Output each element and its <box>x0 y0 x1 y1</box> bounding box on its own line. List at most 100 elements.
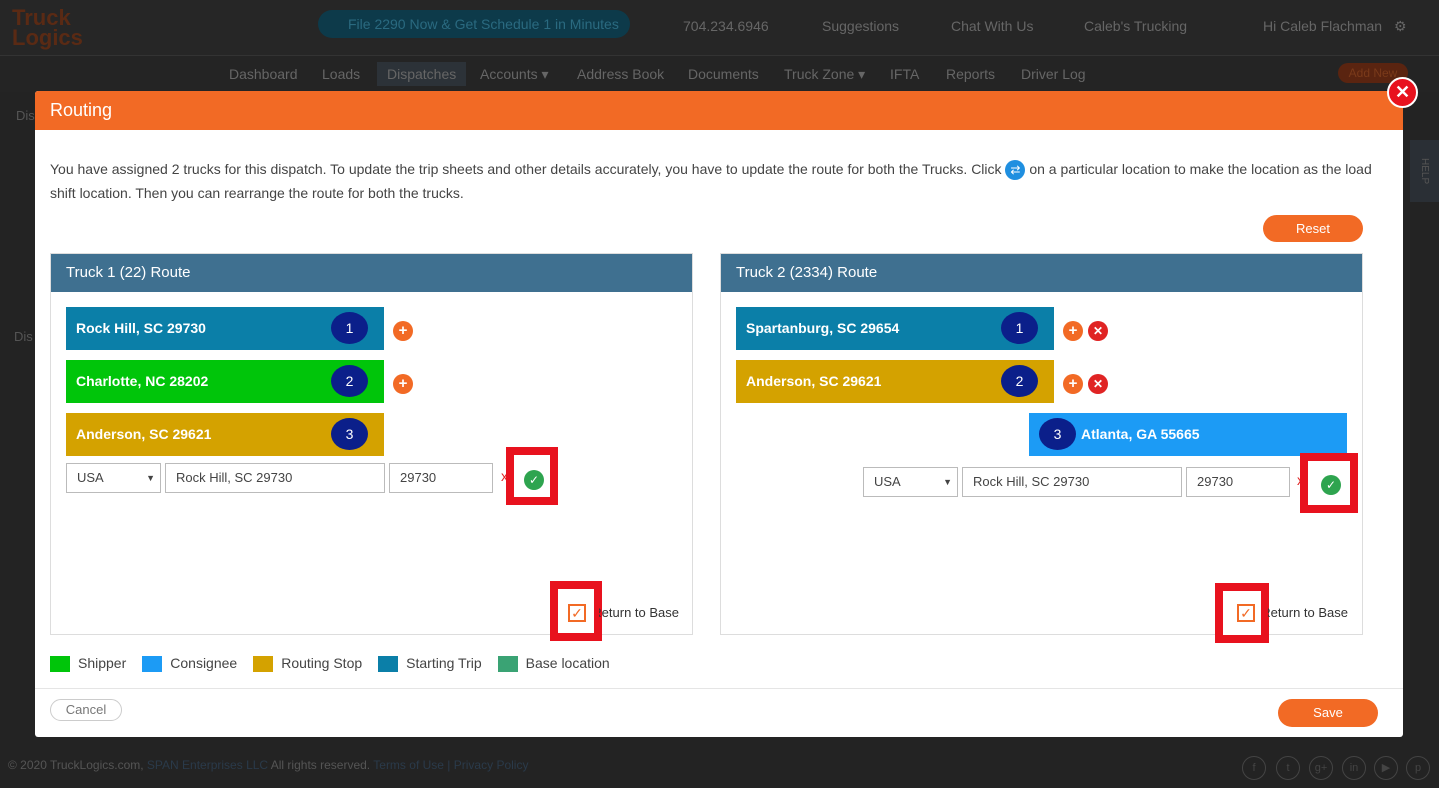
truck2-panel: Truck 2 (2334) Route Spartanburg, SC 296… <box>720 253 1363 643</box>
company-link[interactable]: SPAN Enterprises LLC <box>147 758 268 772</box>
chat-link[interactable]: Chat With Us <box>951 18 1033 34</box>
rights-text: All rights reserved. <box>270 758 371 772</box>
panel-title: Truck 1 (22) Route <box>51 254 692 292</box>
stop-label: Anderson, SC 29621 <box>746 373 882 389</box>
legend-routing-stop: Routing Stop <box>253 655 363 673</box>
confirm-check-icon[interactable]: ✓ <box>524 470 544 490</box>
separator: | <box>447 758 451 772</box>
panel-title: Truck 2 (2334) Route <box>721 254 1362 292</box>
delete-stop-icon[interactable]: ✕ <box>1088 321 1108 341</box>
return-to-base-label: Return to Base <box>1268 605 1348 620</box>
facebook-icon[interactable]: f <box>1242 756 1266 780</box>
stop-number: 1 <box>331 312 368 344</box>
legend-label: Consignee <box>170 655 238 671</box>
gear-icon[interactable]: ⚙ <box>1394 18 1407 35</box>
route-stop[interactable]: Rock Hill, SC 29730 1 <box>66 307 384 350</box>
legend-label: Routing Stop <box>281 655 363 671</box>
legend-consignee: Consignee <box>142 655 238 673</box>
country-select[interactable]: USA ▼ <box>66 463 161 493</box>
modal-title: Routing <box>35 91 1403 130</box>
footer: © 2020 TruckLogics.com, SPAN Enterprises… <box>8 758 528 772</box>
legend-base-location: Base location <box>497 655 610 673</box>
close-icon[interactable]: ✕ <box>1387 77 1418 108</box>
privacy-link[interactable]: Privacy Policy <box>454 758 529 772</box>
legend-starting-trip: Starting Trip <box>378 655 482 673</box>
stop-label: Rock Hill, SC 29730 <box>76 320 206 336</box>
promo-banner[interactable]: File 2290 Now & Get Schedule 1 in Minute… <box>318 10 630 38</box>
logo[interactable]: Truck Logics <box>12 7 83 49</box>
route-stop[interactable]: 3 Atlanta, GA 55665 <box>1029 413 1347 456</box>
main-nav: Dashboard Loads Dispatches Accounts ▾ Ad… <box>0 56 1439 92</box>
stop-number: 2 <box>1001 365 1038 397</box>
stop-label: Anderson, SC 29621 <box>76 426 212 442</box>
dropdown-arrow-icon: ▼ <box>146 473 155 483</box>
nav-truck-zone[interactable]: Truck Zone ▾ <box>784 66 865 83</box>
cancel-button[interactable]: Cancel <box>50 699 122 721</box>
sidebar-heading: Dis <box>14 329 33 344</box>
route-stop[interactable]: Anderson, SC 29621 3 <box>66 413 384 456</box>
route-stop[interactable]: Charlotte, NC 28202 2 <box>66 360 384 403</box>
top-bar: Truck Logics File 2290 Now & Get Schedule… <box>0 0 1439 56</box>
country-select[interactable]: USA ▼ <box>863 467 958 497</box>
zip-input[interactable]: 29730 <box>389 463 493 493</box>
routing-modal: Routing You have assigned 2 trucks for t… <box>35 91 1403 737</box>
stop-number: 3 <box>331 418 368 450</box>
nav-loads[interactable]: Loads <box>322 66 360 82</box>
nav-dashboard[interactable]: Dashboard <box>229 66 298 82</box>
help-tab[interactable]: HELP <box>1410 140 1439 202</box>
return-to-base-checkbox[interactable]: ✓ <box>1237 604 1255 622</box>
nav-documents[interactable]: Documents <box>688 66 759 82</box>
company-link[interactable]: Caleb's Trucking <box>1084 18 1187 34</box>
return-to-base-label: Return to Base <box>599 605 679 620</box>
modal-footer: Cancel Save <box>35 688 1403 737</box>
save-button[interactable]: Save <box>1278 699 1378 727</box>
nav-ifta[interactable]: IFTA <box>890 66 919 82</box>
stop-label: Atlanta, GA 55665 <box>1081 426 1200 442</box>
stop-label: Spartanburg, SC 29654 <box>746 320 900 336</box>
country-value: USA <box>874 474 901 489</box>
copyright: © 2020 TruckLogics.com, <box>8 758 144 772</box>
address-input[interactable]: Rock Hill, SC 29730 <box>165 463 385 493</box>
terms-link[interactable]: Terms of Use <box>373 758 444 772</box>
intro-text: You have assigned 2 trucks for this disp… <box>50 157 1390 205</box>
address-input[interactable]: Rock Hill, SC 29730 <box>962 467 1182 497</box>
zip-input[interactable]: 29730 <box>1186 467 1290 497</box>
stop-number: 1 <box>1001 312 1038 344</box>
phone-number[interactable]: 704.234.6946 <box>683 18 769 34</box>
legend-label: Starting Trip <box>406 655 482 671</box>
sidebar-heading: Dis <box>16 108 35 123</box>
confirm-check-icon[interactable]: ✓ <box>1321 475 1341 495</box>
add-stop-icon[interactable]: + <box>393 374 413 394</box>
nav-accounts[interactable]: Accounts ▾ <box>480 66 549 83</box>
reset-button[interactable]: Reset <box>1263 215 1363 242</box>
add-stop-icon[interactable]: + <box>1063 374 1083 394</box>
nav-dispatches[interactable]: Dispatches <box>377 62 467 86</box>
stop-number: 2 <box>331 365 368 397</box>
route-stop[interactable]: Anderson, SC 29621 2 <box>736 360 1054 403</box>
twitter-icon[interactable]: t <box>1276 756 1300 780</box>
legend-label: Base location <box>525 655 610 671</box>
swap-icon: ⇄ <box>1005 160 1026 181</box>
legend: Shipper Consignee Routing Stop Starting … <box>50 655 618 673</box>
linkedin-icon[interactable]: in <box>1342 756 1366 780</box>
truck1-panel: Truck 1 (22) Route Rock Hill, SC 29730 1 … <box>50 253 693 641</box>
delete-stop-icon[interactable]: ✕ <box>1088 374 1108 394</box>
suggestions-link[interactable]: Suggestions <box>822 18 899 34</box>
add-stop-icon[interactable]: + <box>1063 321 1083 341</box>
youtube-icon[interactable]: ▶ <box>1374 756 1398 780</box>
legend-shipper: Shipper <box>50 655 127 673</box>
pinterest-icon[interactable]: p <box>1406 756 1430 780</box>
return-to-base-checkbox[interactable]: ✓ <box>568 604 586 622</box>
user-menu[interactable]: Hi Caleb Flachman <box>1263 18 1382 34</box>
country-value: USA <box>77 470 104 485</box>
intro-part: You have assigned 2 trucks for this disp… <box>50 161 1002 177</box>
add-stop-icon[interactable]: + <box>393 321 413 341</box>
google-plus-icon[interactable]: g+ <box>1309 756 1333 780</box>
nav-address-book[interactable]: Address Book <box>577 66 664 82</box>
route-stop[interactable]: Spartanburg, SC 29654 1 <box>736 307 1054 350</box>
stop-number: 3 <box>1039 418 1076 450</box>
nav-driver-log[interactable]: Driver Log <box>1021 66 1086 82</box>
legend-label: Shipper <box>78 655 127 671</box>
stop-label: Charlotte, NC 28202 <box>76 373 209 389</box>
nav-reports[interactable]: Reports <box>946 66 995 82</box>
